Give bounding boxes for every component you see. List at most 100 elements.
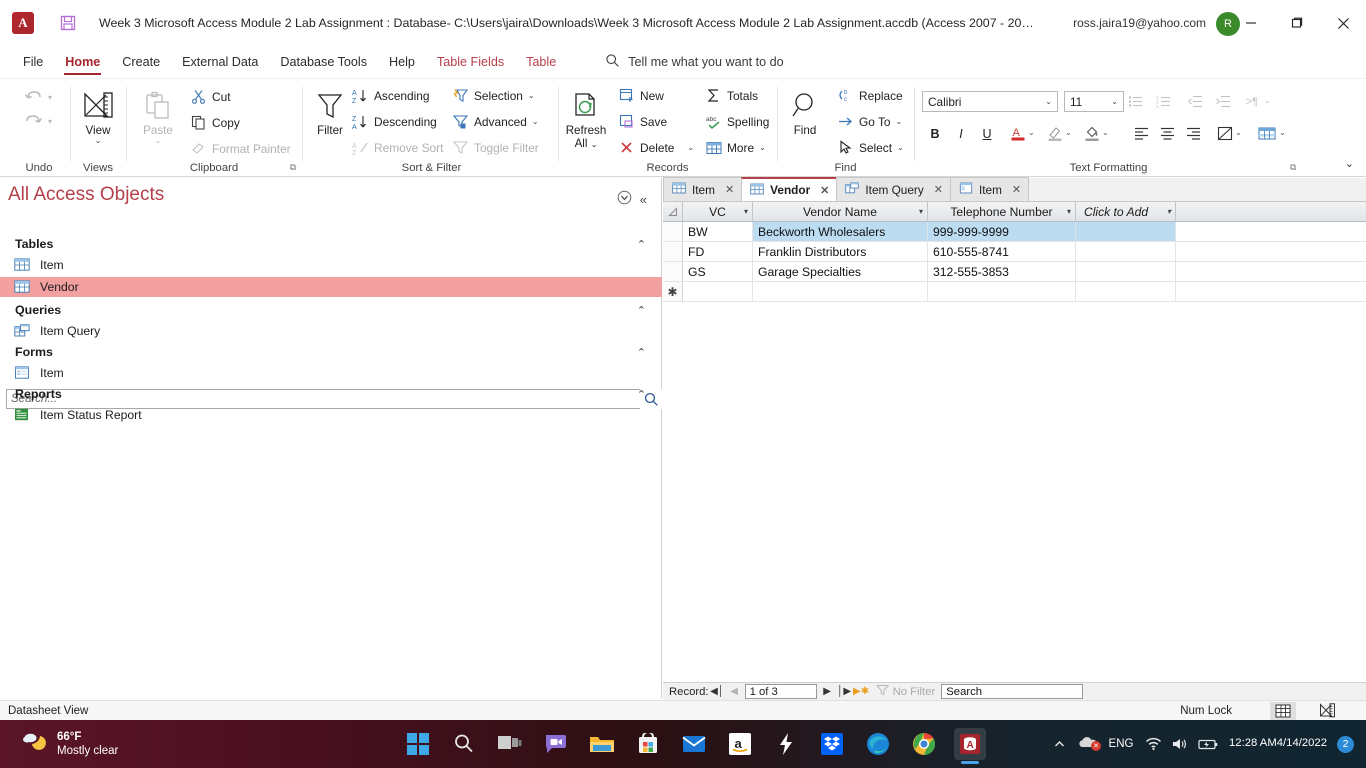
cell-telephone-number[interactable]: 312-555-3853: [928, 262, 1076, 281]
tab-home[interactable]: Home: [54, 50, 111, 75]
chevron-down-icon[interactable]: ⌄: [532, 117, 539, 126]
nav-group-tables[interactable]: Tables ⌃: [0, 233, 662, 255]
cell-vc[interactable]: BW: [683, 222, 753, 241]
tab-help[interactable]: Help: [378, 50, 426, 74]
align-center-icon[interactable]: [1156, 123, 1178, 144]
chevron-up-icon[interactable]: [1045, 738, 1073, 751]
chevron-down-icon[interactable]: ▾: [919, 207, 923, 216]
nav-item-form-item[interactable]: Item: [0, 363, 662, 383]
redo-dropdown-caret[interactable]: ▾: [48, 117, 52, 126]
filter-button[interactable]: Filter: [302, 85, 358, 137]
save-icon[interactable]: [59, 14, 77, 32]
new-record-button[interactable]: ▶✱: [853, 686, 870, 697]
filter-status[interactable]: No Filter: [875, 684, 935, 699]
align-left-icon[interactable]: [1130, 123, 1152, 144]
task-view-icon[interactable]: [494, 728, 526, 760]
nav-group-reports[interactable]: Reports ⌃: [0, 383, 662, 405]
chevron-down-icon[interactable]: ⌄: [1028, 128, 1035, 137]
tab-table[interactable]: Table: [515, 50, 567, 74]
chevron-down-icon[interactable]: ⌄: [95, 137, 102, 145]
cell-vendor-name[interactable]: Franklin Distributors: [753, 242, 928, 261]
google-chrome-icon[interactable]: [908, 728, 940, 760]
double-chevron-left-icon[interactable]: «: [640, 192, 647, 207]
chevron-down-icon[interactable]: ⌄: [1045, 97, 1057, 106]
search-icon[interactable]: [448, 728, 480, 760]
chevron-up-icon[interactable]: ⌃: [637, 346, 646, 359]
cell-add[interactable]: [1076, 262, 1176, 281]
toggle-filter-button[interactable]: Toggle Filter: [452, 139, 539, 156]
close-button[interactable]: [1320, 0, 1366, 46]
column-header-vendor-name[interactable]: Vendor Name ▾: [753, 202, 928, 221]
bold-button[interactable]: B: [924, 123, 946, 144]
table-row[interactable]: GS Garage Specialties 312-555-3853: [663, 262, 1366, 282]
language-indicator[interactable]: ENG: [1103, 738, 1139, 750]
close-icon[interactable]: ✕: [934, 183, 943, 196]
doc-tab-item-form[interactable]: Item ✕: [949, 177, 1030, 201]
nav-item-table-vendor[interactable]: Vendor: [0, 277, 662, 297]
select-all-header[interactable]: [663, 202, 683, 221]
fill-color-icon[interactable]: [1081, 123, 1103, 144]
find-button[interactable]: Find: [777, 85, 833, 137]
lightning-icon[interactable]: [770, 728, 802, 760]
cell-vendor-name[interactable]: Beckworth Wholesalers: [753, 222, 928, 241]
underline-button[interactable]: U: [976, 123, 998, 144]
chevron-down-icon[interactable]: ⌄: [687, 143, 694, 152]
volume-icon[interactable]: [1167, 737, 1193, 751]
sort-ascending-button[interactable]: AZ Ascending: [352, 87, 430, 104]
file-explorer-icon[interactable]: [586, 728, 618, 760]
align-right-icon[interactable]: [1182, 123, 1204, 144]
chevron-down-icon[interactable]: ⌄: [1264, 96, 1271, 105]
font-name-combo[interactable]: Calibri ⌄: [922, 91, 1058, 112]
taskbar-weather-widget[interactable]: 66°F Mostly clear: [22, 730, 118, 759]
battery-charging-icon[interactable]: [1193, 738, 1223, 751]
notification-badge[interactable]: 2: [1337, 735, 1354, 753]
chevron-down-icon[interactable]: ⌄: [896, 117, 903, 126]
bullets-icon[interactable]: [1124, 91, 1146, 112]
table-row[interactable]: FD Franklin Distributors 610-555-8741: [663, 242, 1366, 262]
table-row[interactable]: BW Beckworth Wholesalers 999-999-9999: [663, 222, 1366, 242]
first-record-button[interactable]: ◀│: [709, 686, 726, 697]
chevron-down-icon[interactable]: ⌄: [1065, 128, 1072, 137]
new-record-marker[interactable]: ✱: [663, 282, 683, 301]
dropbox-icon[interactable]: [816, 728, 848, 760]
minimize-button[interactable]: [1228, 0, 1274, 46]
cell-vc[interactable]: [683, 282, 753, 301]
numbering-icon[interactable]: 123: [1152, 91, 1174, 112]
cut-button[interactable]: Cut: [190, 88, 231, 105]
undo-button[interactable]: [24, 89, 43, 111]
paste-button[interactable]: Paste ⌄: [130, 85, 186, 145]
cell-vendor-name[interactable]: [753, 282, 928, 301]
doc-tab-item-query[interactable]: Item Query ✕: [836, 177, 951, 201]
tab-create[interactable]: Create: [111, 50, 171, 74]
chevron-down-icon[interactable]: ⌄: [1279, 128, 1286, 137]
chevron-down-icon[interactable]: ⌄: [1235, 128, 1242, 137]
wifi-icon[interactable]: [1139, 737, 1167, 751]
chevron-up-icon[interactable]: ⌃: [637, 238, 646, 251]
new-record-row[interactable]: ✱: [663, 282, 1366, 302]
selection-button[interactable]: Selection ⌄: [452, 87, 535, 104]
go-to-button[interactable]: Go To ⌄: [837, 113, 902, 130]
nav-item-query-item-query[interactable]: Item Query: [0, 321, 662, 341]
sort-descending-button[interactable]: ZA Descending: [352, 113, 437, 130]
clock[interactable]: 12:28 AM 4/14/2022: [1229, 736, 1327, 751]
nav-item-table-item[interactable]: Item: [0, 255, 662, 275]
microsoft-edge-icon[interactable]: [862, 728, 894, 760]
chevron-down-icon[interactable]: ▾: [1067, 207, 1071, 216]
column-header-vc[interactable]: VC ▾: [683, 202, 753, 221]
amazon-icon[interactable]: a: [724, 728, 756, 760]
account-name[interactable]: ross.jaira19@yahoo.com: [1073, 16, 1206, 30]
cell-vendor-name[interactable]: Garage Specialties: [753, 262, 928, 281]
datasheet-view-icon[interactable]: [1270, 701, 1296, 720]
chevron-down-icon[interactable]: ⌄: [528, 91, 535, 100]
text-direction-icon[interactable]: >¶: [1241, 91, 1263, 112]
cell-add[interactable]: [1076, 242, 1176, 261]
replace-button[interactable]: bc Replace: [837, 87, 903, 104]
cell-add[interactable]: [1076, 222, 1176, 241]
record-number-input[interactable]: 1 of 3: [744, 684, 817, 699]
cell-telephone-number[interactable]: 610-555-8741: [928, 242, 1076, 261]
column-header-click-to-add[interactable]: Click to Add ▾: [1076, 202, 1176, 221]
chevron-up-icon[interactable]: ⌃: [637, 388, 646, 401]
row-selector[interactable]: [663, 262, 683, 281]
text-formatting-dialog-launcher[interactable]: ⧉: [1290, 162, 1296, 173]
italic-button[interactable]: I: [950, 123, 972, 144]
